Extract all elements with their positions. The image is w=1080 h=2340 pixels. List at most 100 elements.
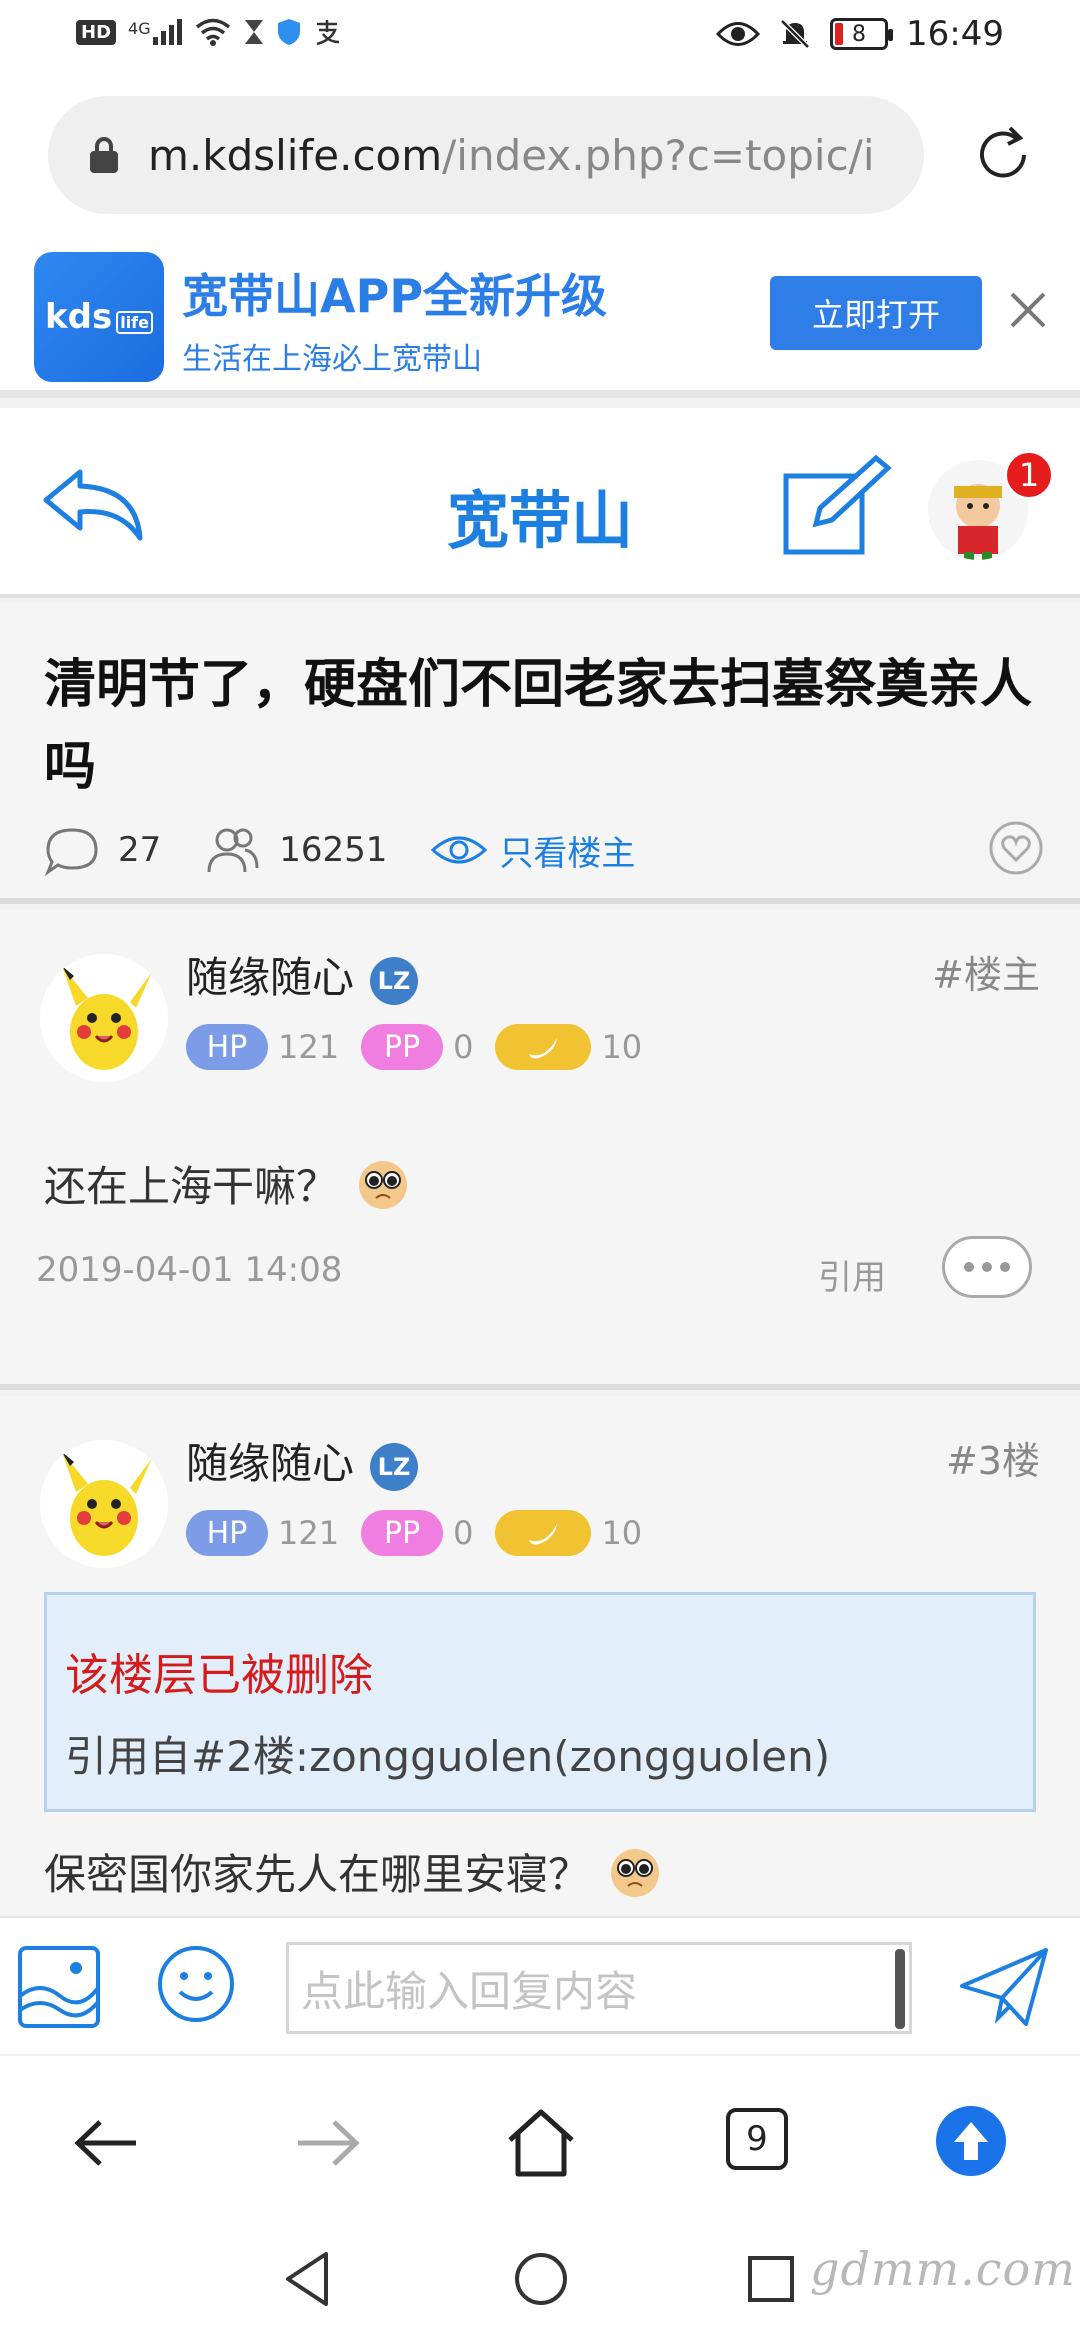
quote-source: 引用自#2楼:zongguolen(zongguolen)	[65, 1732, 831, 1781]
pp-value: 0	[453, 1514, 474, 1552]
system-home-icon[interactable]	[506, 2244, 576, 2314]
poster-name[interactable]: 随缘随心 LZ	[186, 1430, 419, 1491]
banana-value: 10	[601, 1514, 643, 1552]
mute-bell-icon	[780, 19, 810, 49]
address-bar: m.kdslife.com/index.php?c=topic/i	[0, 80, 1080, 230]
user-stats: HP 121 PP 0 10	[186, 1024, 664, 1070]
hourglass-icon	[244, 20, 263, 44]
reload-icon[interactable]	[970, 122, 1036, 188]
deleted-notice: 该楼层已被删除	[65, 1650, 373, 1701]
input-scrollbar	[895, 1949, 905, 2029]
pp-value: 0	[453, 1028, 474, 1066]
hp-badge: HP	[186, 1024, 268, 1070]
banana-value: 10	[601, 1028, 643, 1066]
reply-placeholder: 点此输入回复内容	[301, 1966, 638, 2016]
eye-icon	[431, 836, 488, 864]
comment-icon	[44, 828, 98, 877]
sweat-emoji-icon	[611, 1849, 660, 1897]
home-icon[interactable]	[504, 2106, 578, 2180]
battery-icon: 8	[830, 18, 894, 50]
banner-title: 宽带山APP全新升级	[182, 269, 608, 323]
view-count: 16251	[279, 830, 388, 870]
topic-title: 清明节了，硬盘们不回老家去扫墓祭奠亲人吗	[44, 655, 1033, 797]
clock: 16:49	[906, 14, 1004, 54]
lock-icon	[90, 137, 118, 173]
quote-button[interactable]: 引用	[818, 1250, 886, 1299]
browser-back-icon[interactable]	[70, 2106, 144, 2180]
compose-icon[interactable]	[782, 454, 892, 564]
user-stats: HP 121 PP 0 10	[186, 1510, 664, 1556]
notification-badge: 1	[1004, 450, 1054, 500]
hp-value: 121	[278, 1514, 340, 1552]
topic-stats: 27 16251 只看楼主	[44, 820, 1044, 880]
pp-badge: PP	[361, 1510, 444, 1556]
post-content: 还在上海干嘛？	[44, 1152, 414, 1214]
post-item: 随缘随心 LZ #3楼 HP 121 PP 0 10 该楼层已被删除 引用自#2楼:z…	[0, 1396, 1080, 1916]
open-app-button[interactable]: 立即打开	[770, 276, 982, 350]
arrow-up-icon	[954, 2122, 988, 2160]
more-options-button[interactable]	[942, 1236, 1032, 1298]
reply-count: 27	[118, 830, 162, 870]
only-op-label: 只看楼主	[499, 833, 636, 874]
image-upload-icon[interactable]	[16, 1944, 102, 2030]
shield-icon	[277, 19, 300, 45]
lz-badge: LZ	[370, 1442, 419, 1491]
browser-forward-icon[interactable]	[290, 2106, 364, 2180]
poster-avatar[interactable]	[40, 1440, 168, 1568]
sweat-emoji-icon	[359, 1161, 408, 1209]
user-avatar[interactable]: 1	[928, 450, 1054, 570]
url-path: /index.php?c=topic/i	[442, 130, 875, 180]
browser-toolbar: 9	[0, 2054, 1080, 2224]
users-icon	[207, 828, 259, 873]
close-icon[interactable]	[1008, 290, 1048, 330]
app-promo-banner: kds life 宽带山APP全新升级 生活在上海必上宽带山 立即打开	[0, 230, 1080, 398]
site-title: 宽带山	[446, 484, 633, 557]
emoji-icon[interactable]	[156, 1944, 236, 2024]
lz-badge: LZ	[370, 956, 419, 1005]
banana-badge	[495, 1024, 592, 1070]
hd-badge: HD	[76, 19, 117, 45]
app-logo-text: kds	[45, 297, 113, 337]
hp-badge: HP	[186, 1510, 268, 1556]
only-op-button[interactable]: 只看楼主	[431, 826, 635, 875]
topic-header: 清明节了，硬盘们不回老家去扫墓祭奠亲人吗 27 16251 只看楼主	[0, 602, 1080, 904]
banner-subtitle: 生活在上海必上宽带山	[182, 342, 482, 377]
network-type: 4G	[128, 19, 151, 38]
poster-name[interactable]: 随缘随心 LZ	[186, 944, 419, 1005]
tabs-button[interactable]: 9	[726, 2108, 788, 2170]
send-icon[interactable]	[956, 1942, 1052, 2038]
banana-icon	[529, 1524, 558, 1545]
site-header: 宽带山 1	[0, 408, 1080, 598]
system-nav-bar: gdmm.com	[0, 2224, 1080, 2340]
banana-icon	[529, 1038, 558, 1059]
url-host: m.kdslife.com	[148, 130, 443, 180]
signal-4g-icon: 4G	[128, 19, 183, 45]
app-logo: kds life	[34, 252, 164, 382]
floor-label: #楼主	[932, 953, 1040, 997]
post-time: 2019-04-01 14:08	[36, 1250, 343, 1290]
post-text: 还在上海干嘛？	[44, 1161, 339, 1211]
watermark: gdmm.com	[810, 2242, 1076, 2296]
pp-badge: PP	[361, 1024, 444, 1070]
post-content: 保密国你家先人在哪里安寝？	[44, 1840, 666, 1902]
alipay-icon	[316, 20, 339, 46]
app-logo-small: life	[116, 310, 153, 334]
heart-icon[interactable]	[988, 820, 1044, 876]
poster-avatar[interactable]	[40, 954, 168, 1082]
battery-level: 8	[852, 21, 867, 47]
wifi-icon	[195, 18, 230, 46]
scroll-top-button[interactable]	[936, 2106, 1006, 2176]
reply-input[interactable]: 点此输入回复内容	[286, 1942, 912, 2034]
floor-label: #3楼	[945, 1439, 1040, 1483]
status-right-icons: 8 16:49	[716, 14, 1004, 54]
post-text: 保密国你家先人在哪里安寝？	[44, 1849, 591, 1899]
system-recents-icon[interactable]	[736, 2244, 806, 2314]
poster-name-text: 随缘随心	[186, 1439, 355, 1488]
system-back-icon[interactable]	[274, 2244, 344, 2314]
banana-badge	[495, 1510, 592, 1556]
reply-bar: 点此输入回复内容	[0, 1916, 1080, 2054]
status-left-icons: HD 4G	[76, 18, 341, 46]
status-bar: HD 4G 8 16:49	[0, 0, 1080, 80]
post-item: 随缘随心 LZ #楼主 HP 121 PP 0 10 还在上海干嘛？ 2019-04-…	[0, 910, 1080, 1390]
url-field[interactable]: m.kdslife.com/index.php?c=topic/i	[48, 96, 924, 214]
